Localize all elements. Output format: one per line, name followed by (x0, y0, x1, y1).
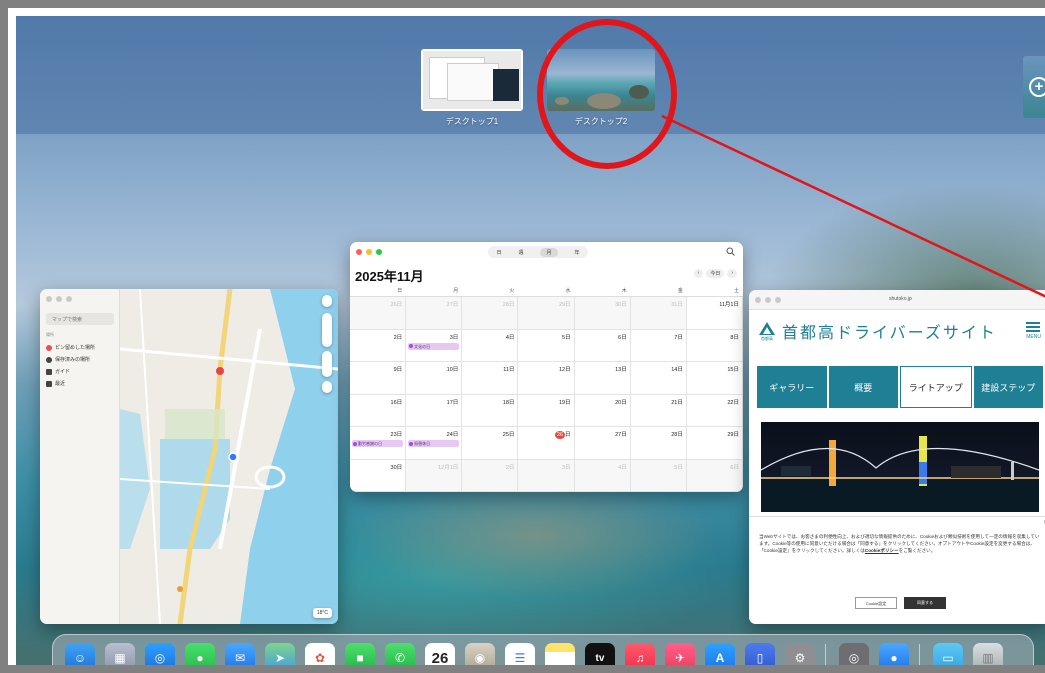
mission-control-desktop: デスクトップ1 デスクトップ2 + マップで検索 場所 ピン留めした場所 保存済… (16, 16, 1045, 667)
zoom-controls[interactable] (322, 351, 332, 377)
user-app-icon[interactable]: ● (879, 643, 909, 665)
tv-icon[interactable]: tv (585, 643, 615, 665)
close-dot-icon[interactable] (46, 296, 52, 302)
maps-item-label: ガイド (55, 369, 71, 375)
maps-section-label: 場所 (46, 332, 54, 337)
maps-item-recents[interactable]: 最近 (46, 380, 65, 387)
maps-item-saved[interactable]: 保存済みの場所 (46, 356, 90, 363)
maps-item-guides[interactable]: ガイド (46, 368, 70, 375)
annotation-circle (537, 19, 677, 169)
finder-icon[interactable]: ☺ (65, 643, 95, 665)
maps-item-label: 最近 (55, 381, 66, 387)
minimize-dot-icon[interactable] (56, 296, 62, 302)
simulator-icon[interactable]: ▯ (745, 643, 775, 665)
mail-icon[interactable]: ✉ (225, 643, 255, 665)
launchpad-icon[interactable]: ▦ (105, 643, 135, 665)
system-settings-icon[interactable]: ⚙ (785, 643, 815, 665)
dock-separator (919, 644, 920, 665)
messages-icon[interactable]: ● (185, 643, 215, 665)
photos-icon[interactable]: ✿ (305, 643, 335, 665)
pin-icon (46, 344, 52, 351)
maps-sidebar: マップで検索 場所 ピン留めした場所 保存済みの場所 ガイド 最近 (40, 289, 120, 624)
phone-icon[interactable]: ✆ (385, 643, 415, 665)
saved-icon (46, 356, 52, 363)
zoom-dot-icon[interactable] (66, 296, 72, 302)
calendar-app-icon[interactable]: 26 (425, 643, 455, 667)
app-store-icon[interactable]: A (705, 643, 735, 665)
weather-badge: 18°C (312, 608, 332, 618)
facetime-icon[interactable]: ■ (345, 643, 375, 665)
maps-item-pinned[interactable]: ピン留めした場所 (46, 344, 95, 351)
compass-icon[interactable] (322, 295, 332, 307)
guide-icon (46, 368, 52, 375)
maps-search-placeholder: マップで検索 (52, 317, 83, 323)
maps-icon[interactable]: ➤ (265, 643, 295, 665)
maps-item-label: 保存済みの場所 (55, 357, 91, 363)
window-controls[interactable] (46, 296, 72, 302)
notes-icon[interactable] (545, 643, 575, 665)
contacts-icon[interactable]: ◉ (465, 643, 495, 665)
dock-separator (825, 644, 826, 665)
calendar-app-day: 26 (431, 649, 449, 667)
reminders-icon[interactable]: ☰ (505, 643, 535, 665)
tv-label: tv (595, 652, 605, 664)
north-compass-icon[interactable] (322, 381, 332, 393)
dock: ☺ ▦ ◎ ● ✉ ➤ ✿ ■ ✆ 26 ◉ ☰ tv ♫ ✈ A ▯ ⚙ ◎ … (52, 634, 1034, 667)
trash-icon[interactable]: ▥ (973, 643, 1003, 665)
annotation-arrow-line (661, 114, 1045, 298)
maps-search-input[interactable]: マップで検索 (46, 313, 114, 325)
map-mode-controls[interactable] (322, 313, 332, 347)
safari-icon[interactable]: ◎ (145, 643, 175, 665)
outer-frame: デスクトップ1 デスクトップ2 + マップで検索 場所 ピン留めした場所 保存済… (0, 0, 1045, 673)
recents-icon (46, 380, 52, 387)
rocket-app-icon[interactable]: ✈ (665, 643, 695, 665)
disk-utility-icon[interactable]: ◎ (839, 643, 869, 665)
music-icon[interactable]: ♫ (625, 643, 655, 665)
maps-item-label: ピン留めした場所 (55, 345, 96, 351)
downloads-folder-icon[interactable]: ▭ (933, 643, 963, 665)
